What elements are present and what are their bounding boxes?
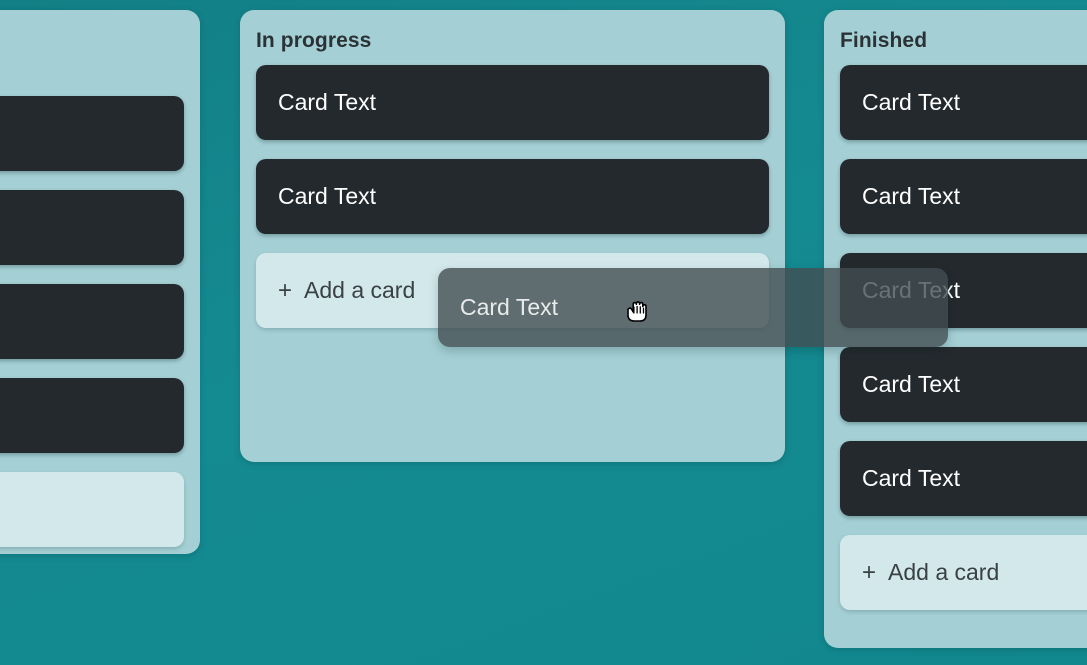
card[interactable]: Card Text <box>256 159 769 234</box>
add-card-label: Add a card <box>888 559 1000 585</box>
dragged-card[interactable]: Card Text <box>438 268 948 347</box>
card[interactable]: Card Text <box>840 65 1087 140</box>
card[interactable]: Card Text <box>840 347 1087 422</box>
kanban-board: + In progress Card Text Card Text + Add … <box>0 0 1087 665</box>
board-column-in-progress[interactable]: In progress Card Text Card Text + Add a … <box>240 10 785 462</box>
card[interactable] <box>0 96 184 171</box>
plus-icon: + <box>278 276 293 304</box>
card[interactable] <box>0 378 184 453</box>
add-card-button[interactable]: + <box>0 472 184 547</box>
card[interactable]: Card Text <box>840 441 1087 516</box>
card[interactable]: Card Text <box>840 159 1087 234</box>
card[interactable] <box>0 190 184 265</box>
card[interactable] <box>0 284 184 359</box>
card[interactable]: Card Text <box>256 65 769 140</box>
column-title: Finished <box>840 29 928 52</box>
add-card-label: Add a card <box>304 277 416 303</box>
add-card-button[interactable]: + Add a card <box>840 535 1087 610</box>
board-column-backlog[interactable]: + <box>0 10 200 554</box>
plus-icon: + <box>862 558 877 586</box>
column-title: In progress <box>256 29 372 52</box>
